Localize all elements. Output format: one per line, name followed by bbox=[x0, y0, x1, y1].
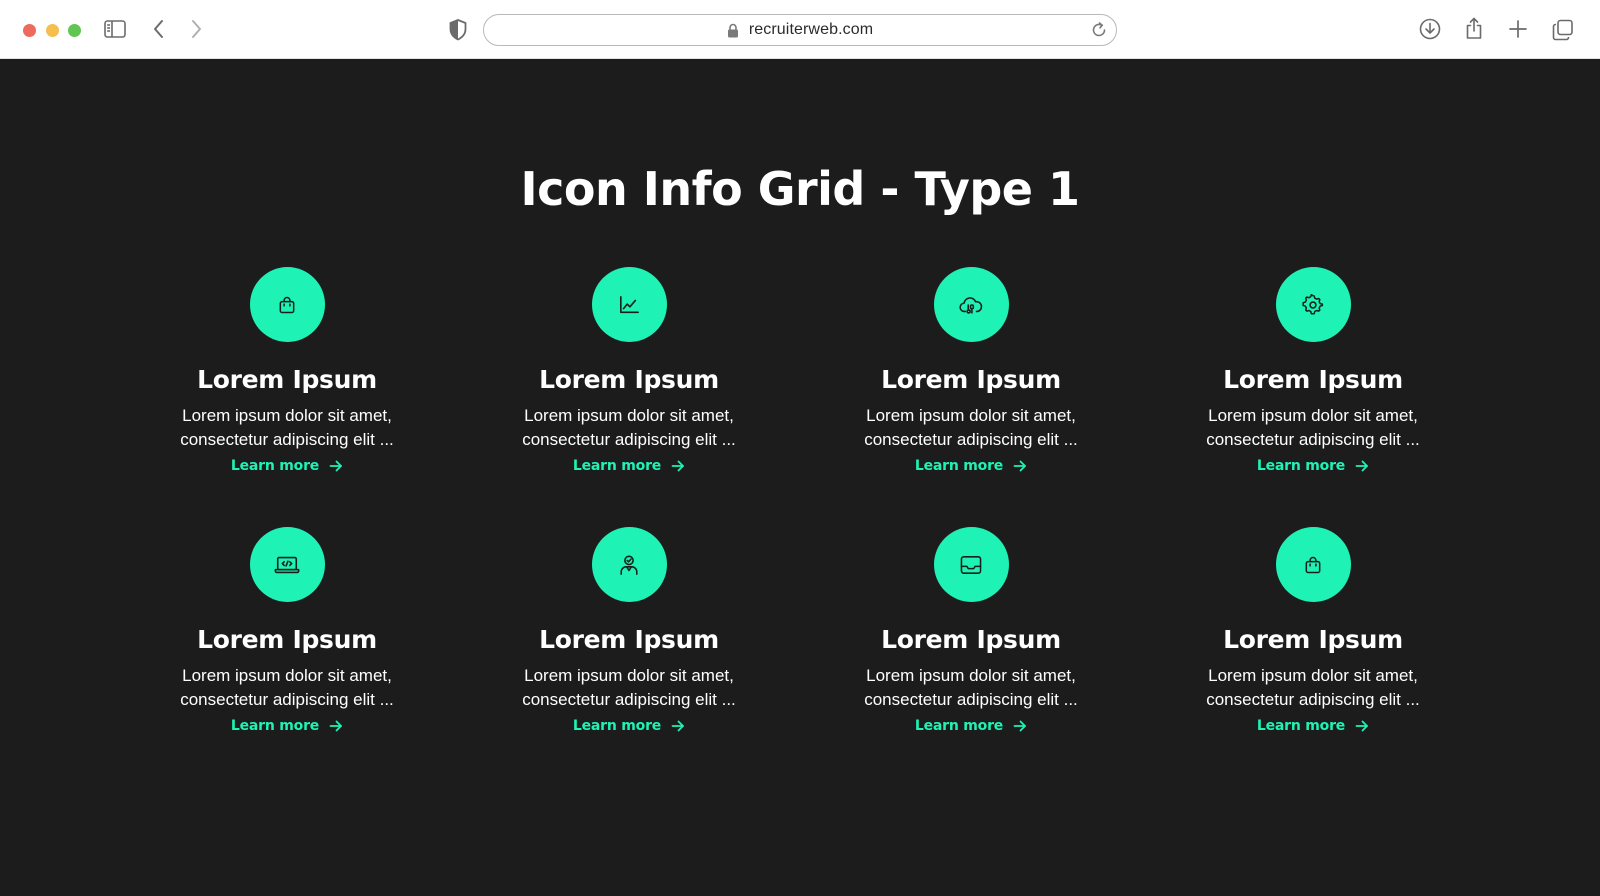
learn-more-label: Learn more bbox=[230, 718, 320, 734]
inbox-tray-icon bbox=[933, 527, 1009, 602]
arrow-right-icon bbox=[1013, 459, 1027, 473]
gear-icon bbox=[1275, 267, 1351, 342]
info-card: Lorem Ipsum Lorem ipsum dolor sit amet, … bbox=[1142, 267, 1484, 527]
card-title: Lorem Ipsum bbox=[1223, 365, 1403, 394]
arrow-right-icon bbox=[671, 459, 685, 473]
shopping-bag-icon bbox=[249, 267, 325, 342]
learn-more-label: Learn more bbox=[1256, 718, 1346, 734]
card-description: Lorem ipsum dolor sit amet, consectetur … bbox=[1206, 406, 1420, 449]
window-zoom-button[interactable] bbox=[68, 24, 81, 37]
learn-more-label: Learn more bbox=[914, 458, 1004, 474]
arrow-right-icon bbox=[671, 719, 685, 733]
back-icon[interactable] bbox=[153, 19, 165, 39]
window-minimize-button[interactable] bbox=[46, 24, 59, 37]
learn-more-link[interactable]: Learn more bbox=[1257, 718, 1369, 734]
card-title: Lorem Ipsum bbox=[539, 365, 719, 394]
learn-more-label: Learn more bbox=[572, 458, 662, 474]
user-verified-icon bbox=[591, 527, 667, 602]
page-content: Icon Info Grid - Type 1 Lorem Ipsum Lore… bbox=[0, 60, 1600, 896]
info-card: Lorem Ipsum Lorem ipsum dolor sit amet, … bbox=[458, 527, 800, 787]
info-card: Lorem Ipsum Lorem ipsum dolor sit amet, … bbox=[458, 267, 800, 527]
learn-more-link[interactable]: Learn more bbox=[915, 458, 1027, 474]
learn-more-label: Learn more bbox=[1256, 458, 1346, 474]
learn-more-link[interactable]: Learn more bbox=[231, 718, 343, 734]
arrow-right-icon bbox=[1355, 719, 1369, 733]
share-icon[interactable] bbox=[1464, 16, 1484, 40]
info-card: Lorem Ipsum Lorem ipsum dolor sit amet, … bbox=[800, 527, 1142, 787]
tab-overview-icon[interactable] bbox=[1552, 19, 1574, 41]
card-title: Lorem Ipsum bbox=[1223, 625, 1403, 654]
page-title: Icon Info Grid - Type 1 bbox=[520, 162, 1080, 216]
card-description: Lorem ipsum dolor sit amet, consectetur … bbox=[864, 406, 1078, 449]
card-title: Lorem Ipsum bbox=[197, 625, 377, 654]
arrow-right-icon bbox=[1355, 459, 1369, 473]
arrow-right-icon bbox=[329, 459, 343, 473]
learn-more-link[interactable]: Learn more bbox=[1257, 458, 1369, 474]
address-bar[interactable]: recruiterweb.com bbox=[483, 14, 1117, 46]
learn-more-label: Learn more bbox=[572, 718, 662, 734]
lock-icon bbox=[727, 23, 739, 38]
laptop-code-icon bbox=[249, 527, 325, 602]
info-card: Lorem Ipsum Lorem ipsum dolor sit amet, … bbox=[116, 527, 458, 787]
card-title: Lorem Ipsum bbox=[881, 365, 1061, 394]
arrow-right-icon bbox=[1013, 719, 1027, 733]
card-description: Lorem ipsum dolor sit amet, consectetur … bbox=[864, 666, 1078, 709]
forward-icon[interactable] bbox=[190, 19, 202, 39]
new-tab-icon[interactable] bbox=[1508, 19, 1528, 39]
card-title: Lorem Ipsum bbox=[197, 365, 377, 394]
arrow-right-icon bbox=[329, 719, 343, 733]
line-chart-icon bbox=[591, 267, 667, 342]
info-card: Lorem Ipsum Lorem ipsum dolor sit amet, … bbox=[116, 267, 458, 527]
card-description: Lorem ipsum dolor sit amet, consectetur … bbox=[522, 406, 736, 449]
learn-more-label: Learn more bbox=[230, 458, 320, 474]
download-icon[interactable] bbox=[1419, 18, 1441, 40]
icon-info-grid: Lorem Ipsum Lorem ipsum dolor sit amet, … bbox=[116, 267, 1484, 787]
reload-icon[interactable] bbox=[1090, 21, 1108, 39]
privacy-shield-icon[interactable] bbox=[449, 19, 467, 41]
cloud-data-icon bbox=[933, 267, 1009, 342]
info-card: Lorem Ipsum Lorem ipsum dolor sit amet, … bbox=[1142, 527, 1484, 787]
info-card: Lorem Ipsum Lorem ipsum dolor sit amet, … bbox=[800, 267, 1142, 527]
url-text: recruiterweb.com bbox=[748, 21, 874, 38]
learn-more-label: Learn more bbox=[914, 718, 1004, 734]
card-description: Lorem ipsum dolor sit amet, consectetur … bbox=[1206, 666, 1420, 709]
learn-more-link[interactable]: Learn more bbox=[915, 718, 1027, 734]
card-title: Lorem Ipsum bbox=[539, 625, 719, 654]
learn-more-link[interactable]: Learn more bbox=[573, 458, 685, 474]
card-description: Lorem ipsum dolor sit amet, consectetur … bbox=[180, 406, 394, 449]
sidebar-toggle-icon[interactable] bbox=[104, 19, 126, 39]
card-description: Lorem ipsum dolor sit amet, consectetur … bbox=[522, 666, 736, 709]
card-title: Lorem Ipsum bbox=[881, 625, 1061, 654]
learn-more-link[interactable]: Learn more bbox=[231, 458, 343, 474]
window-close-button[interactable] bbox=[23, 24, 36, 37]
learn-more-link[interactable]: Learn more bbox=[573, 718, 685, 734]
browser-toolbar: recruiterweb.com bbox=[0, 0, 1600, 59]
card-description: Lorem ipsum dolor sit amet, consectetur … bbox=[180, 666, 394, 709]
shopping-bag-icon bbox=[1275, 527, 1351, 602]
